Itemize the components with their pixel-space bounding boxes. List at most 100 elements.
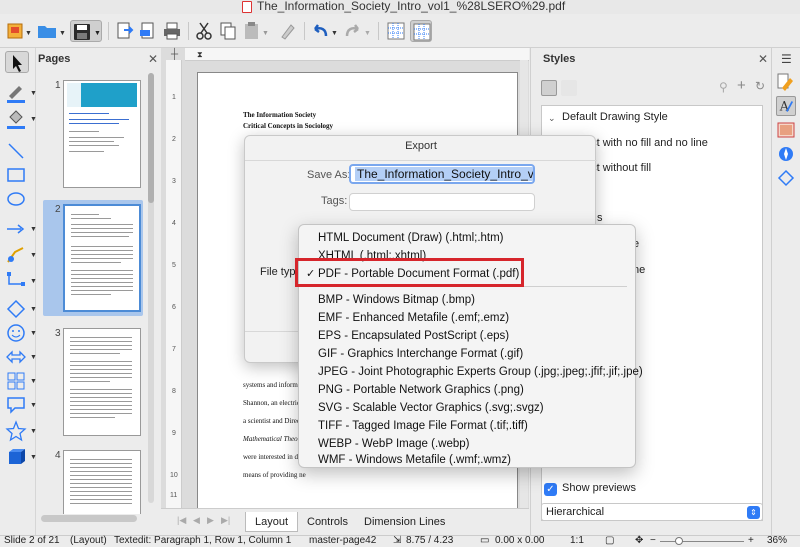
page-number: 3 <box>55 328 61 339</box>
tab-controls[interactable]: Controls <box>298 512 357 532</box>
chevron-updown-icon: ⇕ <box>747 506 760 519</box>
horizontal-ruler[interactable]: ⧗ <box>185 48 529 61</box>
styles-deck-icon[interactable]: A <box>776 96 796 116</box>
zoom-slider-handle[interactable] <box>675 537 683 545</box>
menu-item-wmf[interactable]: WMF - Windows Metafile (.wmf;.wmz) <box>318 454 511 466</box>
arrow-line-icon[interactable]: ▼ <box>5 218 37 240</box>
close-icon[interactable]: ✕ <box>758 52 768 66</box>
last-tab-icon[interactable]: ▶| <box>221 515 230 526</box>
gallery-icon[interactable] <box>776 120 796 140</box>
rectangle-tool-icon[interactable] <box>5 164 29 186</box>
size-icon: ▭ <box>480 535 490 546</box>
block-arrows-icon[interactable]: ▼ <box>5 346 37 368</box>
pages-panel-title: Pages <box>38 53 71 65</box>
redo-icon[interactable] <box>342 20 364 42</box>
save-as-input[interactable]: The_Information_Society_Intro_vol1 <box>349 164 535 184</box>
next-tab-icon[interactable]: ▶ <box>207 515 214 526</box>
stars-icon[interactable]: ▼ <box>5 420 37 442</box>
menu-item-tiff[interactable]: TIFF - Tagged Image File Format (.tif;.t… <box>318 420 528 432</box>
collapse-icon[interactable]: ⌄ <box>548 113 556 124</box>
menu-item-eps[interactable]: EPS - Encapsulated PostScript (.eps) <box>318 330 509 342</box>
helplines-icon[interactable] <box>410 20 432 42</box>
page-number: 2 <box>55 204 61 215</box>
size-readout: 0.00 x 0.00 <box>495 535 545 546</box>
prev-tab-icon[interactable]: ◀ <box>193 515 200 526</box>
zoom-level[interactable]: 36% <box>767 535 787 546</box>
vertical-ruler[interactable]: 1 2 3 4 5 6 7 8 9 10 11 <box>166 60 182 508</box>
zoom-out-icon[interactable]: − <box>650 535 656 546</box>
page-number: 4 <box>55 450 61 461</box>
menu-item-jpeg[interactable]: JPEG - Joint Photographic Experts Group … <box>318 366 643 378</box>
save-button[interactable]: ▼ <box>70 20 102 42</box>
page-thumbnail-4[interactable] <box>63 450 141 514</box>
export-icon[interactable] <box>113 20 135 42</box>
presentation-styles-icon[interactable] <box>561 80 577 96</box>
page-thumbnail-3[interactable] <box>63 328 141 436</box>
select-tool-icon[interactable] <box>5 51 29 73</box>
templates-icon[interactable] <box>5 20 27 42</box>
navigator-icon[interactable] <box>776 144 796 164</box>
style-item[interactable]: s <box>597 212 603 224</box>
zoom-move-icon[interactable]: ✥ <box>635 535 643 546</box>
line-tool-icon[interactable] <box>5 140 29 162</box>
menu-item-html[interactable]: HTML Document (Draw) (.html;.htm) <box>318 232 504 244</box>
update-style-icon[interactable]: ↻ <box>755 79 765 93</box>
3d-objects-icon[interactable]: ▼ <box>5 446 37 468</box>
zoom-in-icon[interactable]: + <box>748 535 754 546</box>
paste-icon[interactable] <box>241 20 263 42</box>
menu-item-bmp[interactable]: BMP - Windows Bitmap (.bmp) <box>318 294 475 306</box>
slide-indicator: Slide 2 of 21 <box>4 535 60 546</box>
symbol-shapes-icon[interactable]: ▼ <box>5 322 37 344</box>
tags-input[interactable] <box>349 193 535 211</box>
style-filter-select[interactable]: Hierarchical ⇕ <box>541 503 763 521</box>
shapes-icon[interactable] <box>776 168 796 188</box>
menu-item-emf[interactable]: EMF - Enhanced Metafile (.emf;.emz) <box>318 312 509 324</box>
fit-slide-icon[interactable]: ▢ <box>605 535 614 546</box>
close-icon[interactable]: ✕ <box>148 52 158 66</box>
dialog-title: Export <box>405 140 437 152</box>
flowchart-icon[interactable]: ▼ <box>5 370 37 392</box>
pages-vertical-scrollbar[interactable] <box>148 73 154 503</box>
style-item[interactable]: ect with no fill and no line <box>585 137 708 149</box>
page-thumbnail-1[interactable] <box>63 80 141 188</box>
print-icon[interactable] <box>161 20 183 42</box>
clone-formatting-icon[interactable] <box>277 20 299 42</box>
connector-tool-icon[interactable]: ▼ <box>5 270 37 292</box>
scale-readout: 1:1 <box>570 535 584 546</box>
menu-item-svg[interactable]: SVG - Scalable Vector Graphics (.svg;.sv… <box>318 402 544 414</box>
callout-icon[interactable]: ▼ <box>5 394 37 416</box>
ellipse-tool-icon[interactable] <box>5 188 29 210</box>
menu-item-gif[interactable]: GIF - Graphics Interchange Format (.gif) <box>318 348 523 360</box>
master-page-name[interactable]: master-page42 <box>309 535 376 546</box>
drawing-styles-icon[interactable] <box>541 80 557 96</box>
grid-icon[interactable] <box>385 20 407 42</box>
first-tab-icon[interactable]: |◀ <box>177 515 186 526</box>
fill-format-icon[interactable]: ⚲ <box>719 80 728 94</box>
edit-status: Textedit: Paragraph 1, Row 1, Column 1 <box>114 535 292 546</box>
cut-icon[interactable] <box>193 20 215 42</box>
fill-color-icon[interactable]: ▼ <box>5 108 37 130</box>
drawing-toolbar: ▼ ▼ ▼ ▼ ▼ ▼ ▼ ▼ ▼ ▼ ▼ ▼ <box>0 48 37 535</box>
tab-layout[interactable]: Layout <box>245 512 299 532</box>
styles-panel-title: Styles <box>543 53 576 65</box>
open-folder-icon[interactable] <box>36 20 58 42</box>
page-heading: The Information Society <box>243 111 317 119</box>
page-thumbnail-2[interactable] <box>63 204 141 312</box>
sidebar-menu-icon[interactable]: ☰ <box>781 52 792 66</box>
pages-horizontal-scrollbar[interactable] <box>41 515 137 522</box>
basic-shapes-icon[interactable]: ▼ <box>5 298 37 320</box>
window-title: The_Information_Society_Intro_vol1_%28LS… <box>257 0 566 13</box>
new-style-icon[interactable]: + <box>737 77 746 94</box>
tab-dimension-lines[interactable]: Dimension Lines <box>355 512 454 532</box>
show-previews-checkbox[interactable]: ✓ <box>544 483 557 496</box>
menu-item-webp[interactable]: WEBP - WebP Image (.webp) <box>318 438 469 450</box>
line-color-icon[interactable]: ▼ <box>5 82 37 104</box>
properties-icon[interactable] <box>776 72 796 92</box>
curve-tool-icon[interactable]: ▼ <box>5 244 37 266</box>
copy-icon[interactable] <box>217 20 239 42</box>
undo-icon[interactable] <box>309 20 331 42</box>
zoom-slider[interactable] <box>660 541 744 542</box>
style-item[interactable]: Default Drawing Style <box>562 111 668 123</box>
menu-item-png[interactable]: PNG - Portable Network Graphics (.png) <box>318 384 524 396</box>
export-pdf-icon[interactable] <box>137 20 159 42</box>
